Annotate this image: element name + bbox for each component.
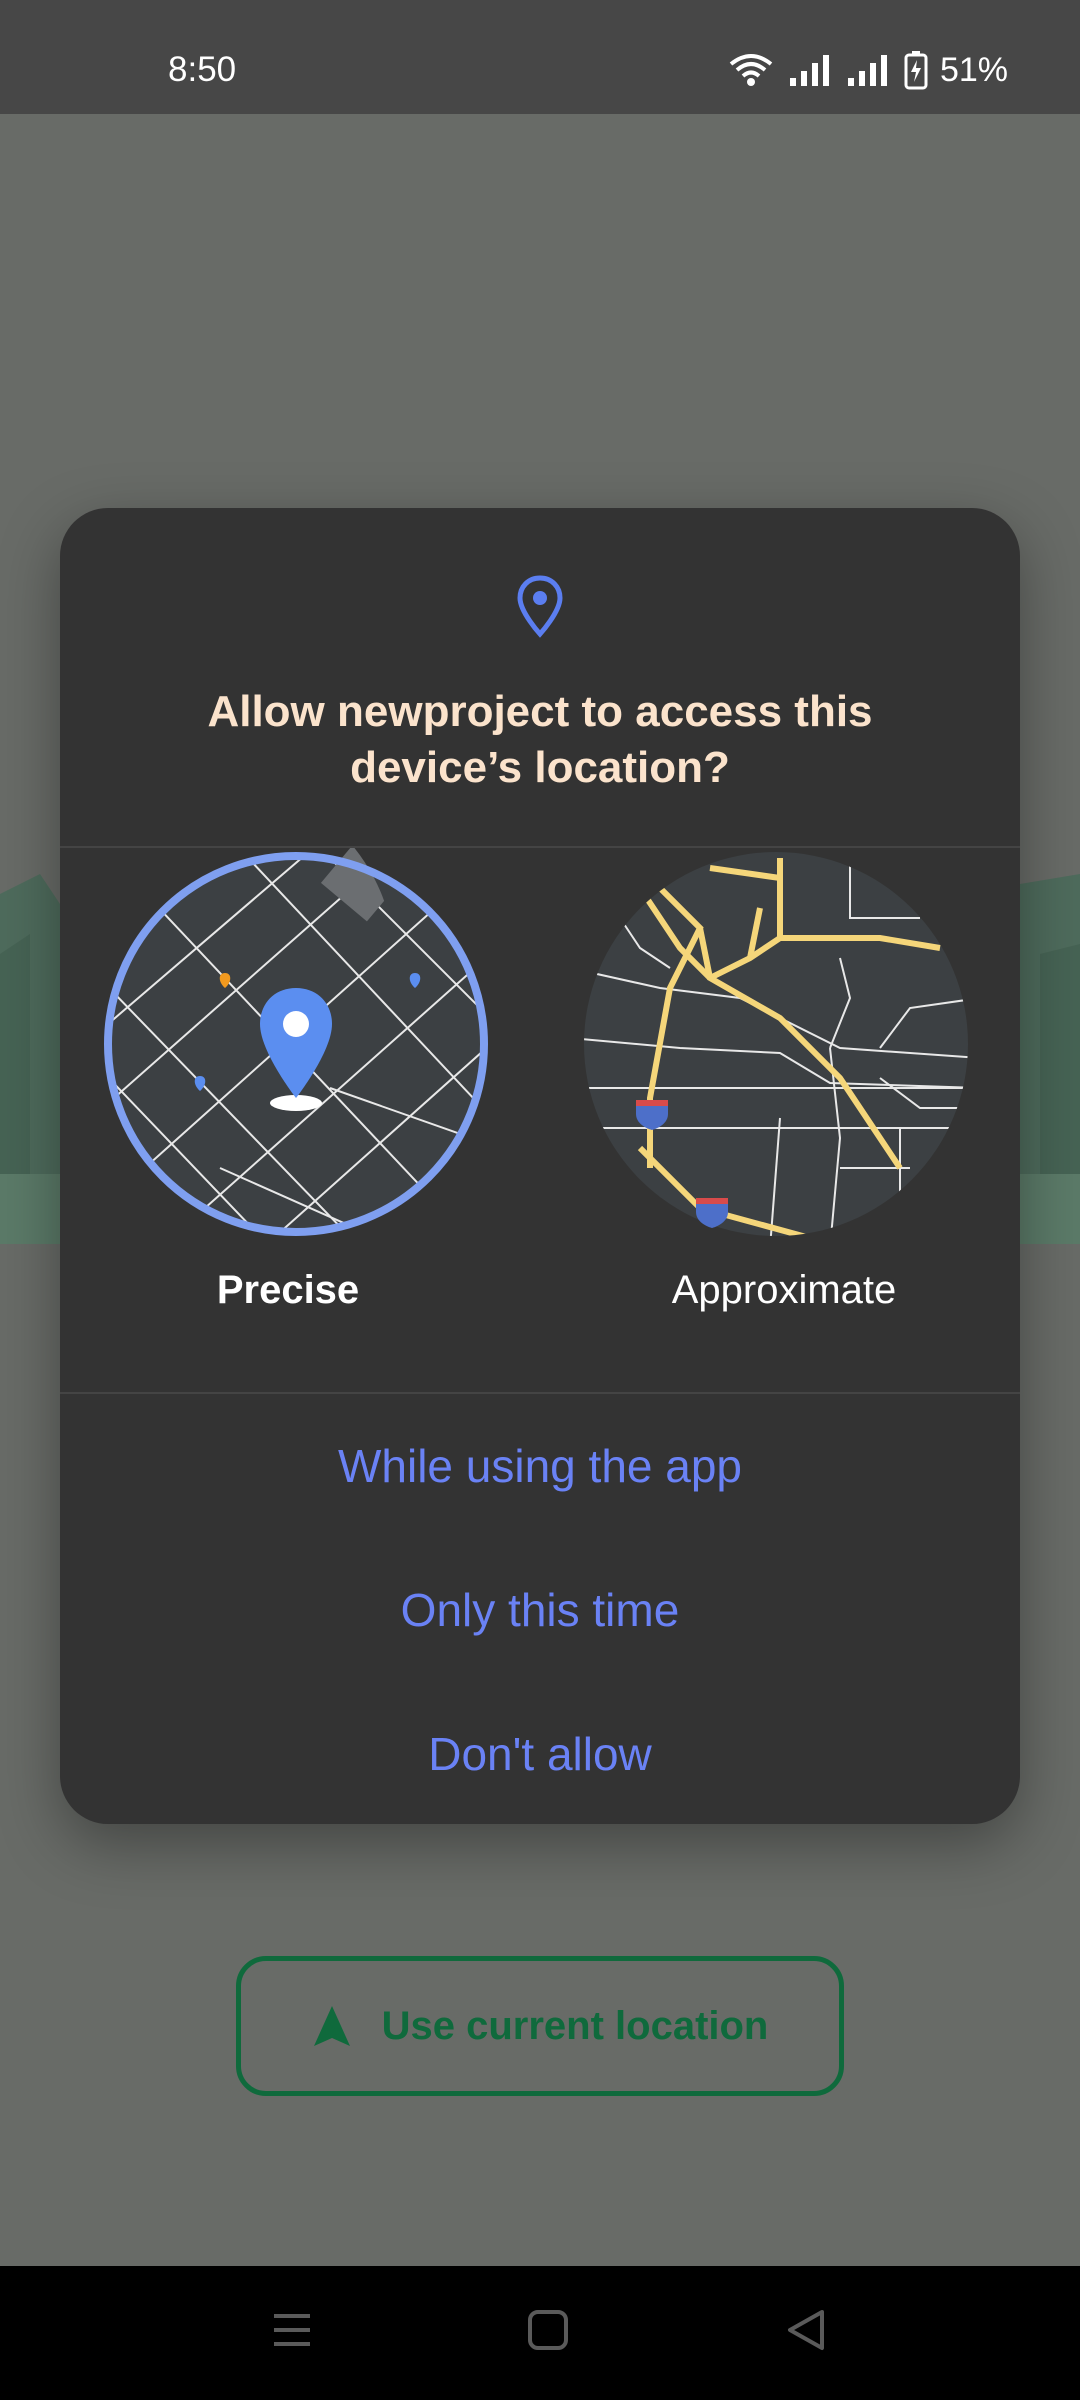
- use-current-location-button[interactable]: Use current location: [236, 1956, 844, 2096]
- wifi-icon: [729, 54, 773, 86]
- option-approximate-label: Approximate: [671, 1268, 897, 1312]
- signal-icon: [789, 55, 829, 86]
- recents-icon[interactable]: [270, 2308, 314, 2352]
- option-precise-label: Precise: [216, 1268, 360, 1312]
- navigation-bar: [0, 2266, 1080, 2400]
- status-time: 8:50: [168, 50, 237, 89]
- use-current-location-label: Use current location: [381, 2003, 769, 2048]
- battery-charging-icon: [904, 51, 928, 90]
- dialog-title: Allow newproject to access this device’s…: [207, 687, 873, 792]
- home-icon[interactable]: [526, 2308, 570, 2352]
- divider: [60, 1392, 1020, 1394]
- option-precise[interactable]: Precise: [100, 848, 500, 1328]
- navigation-arrow-icon: [313, 2006, 350, 2046]
- dont-allow-button[interactable]: Don't allow: [60, 1694, 1020, 1814]
- precise-map-icon: [104, 848, 488, 1236]
- status-icons: 51%: [728, 48, 1008, 92]
- while-using-app-button[interactable]: While using the app: [60, 1406, 1020, 1526]
- location-pin-icon: [517, 575, 563, 638]
- battery-percent: 51%: [939, 50, 1008, 89]
- approximate-map-icon: [584, 852, 968, 1236]
- back-icon[interactable]: [784, 2308, 828, 2352]
- option-approximate[interactable]: Approximate: [580, 848, 980, 1328]
- status-bar: 8:50 51%: [0, 0, 1080, 114]
- only-this-time-button[interactable]: Only this time: [60, 1550, 1020, 1670]
- location-permission-dialog: Allow newproject to access this device’s…: [60, 508, 1020, 1824]
- signal-icon: [847, 55, 887, 86]
